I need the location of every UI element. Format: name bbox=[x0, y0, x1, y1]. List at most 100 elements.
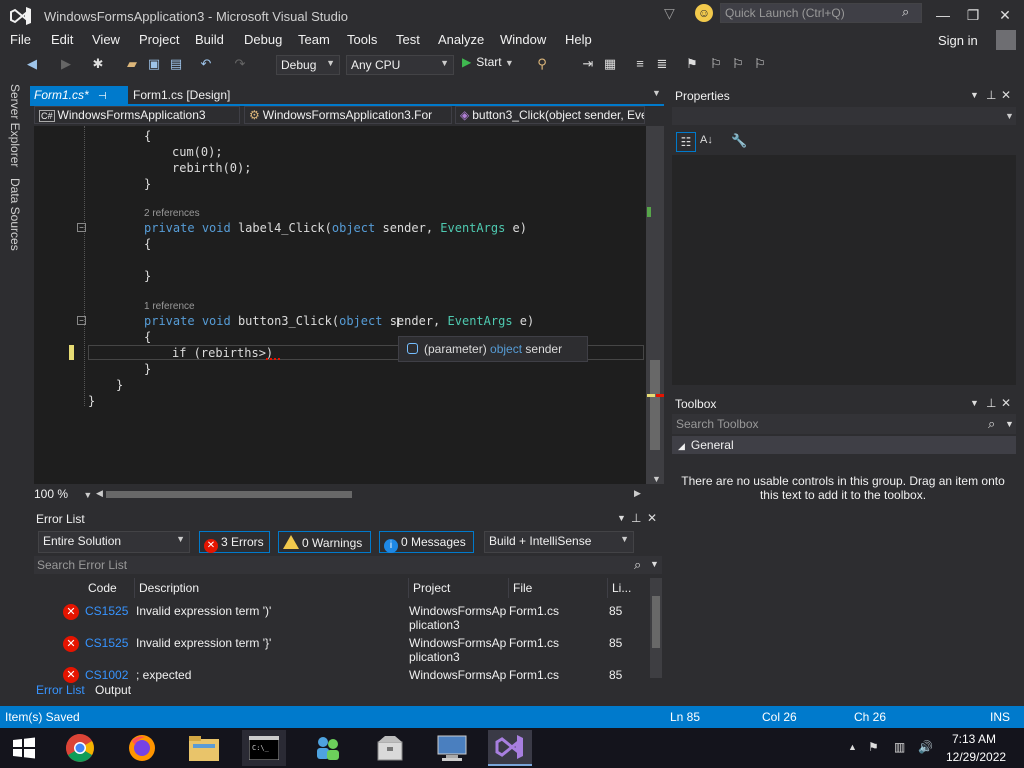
network-icon[interactable]: ▥ bbox=[894, 740, 905, 754]
tray-overflow-icon[interactable]: ▲ bbox=[848, 742, 857, 752]
tab-output[interactable]: Output bbox=[95, 683, 131, 697]
scroll-right-icon[interactable]: ▶ bbox=[634, 488, 641, 499]
close-icon[interactable]: ✕ bbox=[1001, 396, 1011, 410]
menu-team[interactable]: Team bbox=[298, 32, 330, 47]
error-list-scroll-thumb[interactable] bbox=[652, 596, 660, 648]
bookmark-next-icon[interactable]: ⚐ bbox=[730, 56, 746, 72]
clock-date[interactable]: 12/29/2022 bbox=[946, 750, 1006, 764]
navigate-back-icon[interactable]: ◀ bbox=[24, 56, 40, 72]
search-icon[interactable]: ⌕ bbox=[902, 4, 909, 20]
menu-file[interactable]: File bbox=[10, 32, 31, 47]
member-nav-select[interactable]: ◈ button3_Click(object sender, Eve bbox=[455, 106, 645, 124]
error-code-link[interactable]: CS1525 bbox=[85, 636, 128, 650]
pin-icon[interactable]: ⊥ bbox=[986, 88, 996, 102]
build-filter-select[interactable]: Build + IntelliSense ▼ bbox=[484, 531, 634, 553]
error-list-search-input[interactable]: Search Error List bbox=[34, 556, 662, 574]
visual-studio-taskbar-icon[interactable] bbox=[488, 730, 532, 766]
class-nav-select[interactable]: ⚙ WindowsFormsApplication3.For bbox=[244, 106, 452, 124]
open-file-icon[interactable]: ▰ bbox=[124, 56, 140, 72]
bookmark-icon[interactable]: ⚑ bbox=[684, 56, 700, 72]
column-separator[interactable] bbox=[607, 578, 608, 598]
server-explorer-tab[interactable]: Server Explorer bbox=[8, 84, 22, 167]
column-project[interactable]: Project bbox=[413, 581, 450, 595]
tab-form1-cs[interactable]: Form1.cs* ⊣ ✕ bbox=[30, 86, 128, 116]
collapse-icon[interactable]: − bbox=[77, 223, 86, 232]
warnings-filter-button[interactable]: 0 Warnings bbox=[278, 531, 371, 553]
file-explorer-icon[interactable] bbox=[182, 730, 226, 766]
new-project-icon[interactable]: ✱ bbox=[90, 56, 106, 72]
start-windows-icon[interactable] bbox=[2, 730, 46, 766]
redo-icon[interactable]: ↷ bbox=[232, 56, 248, 72]
bookmark-prev-icon[interactable]: ⚐ bbox=[708, 56, 724, 72]
notifications-filter-icon[interactable]: ▽ bbox=[664, 5, 675, 22]
sign-in-link[interactable]: Sign in bbox=[938, 33, 978, 48]
profile-icon[interactable] bbox=[996, 30, 1016, 50]
properties-grid[interactable] bbox=[672, 155, 1016, 385]
collapse-icon[interactable]: − bbox=[77, 316, 86, 325]
chevron-down-icon[interactable]: ▼ bbox=[1005, 111, 1014, 121]
project-nav-select[interactable]: C# WindowsFormsApplication3 bbox=[34, 106, 240, 124]
toolbox-group-general[interactable]: ◢ General bbox=[672, 436, 1016, 454]
pin-icon[interactable]: ⊥ bbox=[986, 396, 996, 410]
users-icon[interactable] bbox=[306, 730, 350, 766]
panel-menu-icon[interactable]: ▼ bbox=[970, 90, 979, 100]
menu-help[interactable]: Help bbox=[565, 32, 592, 47]
close-button[interactable]: ✕ bbox=[990, 4, 1020, 26]
search-icon[interactable]: ⌕ bbox=[988, 416, 995, 432]
column-separator[interactable] bbox=[134, 578, 135, 598]
search-options-icon[interactable]: ▼ bbox=[1005, 419, 1014, 429]
restore-button[interactable]: ❐ bbox=[958, 4, 988, 26]
pin-icon[interactable]: ⊣ bbox=[98, 91, 107, 102]
error-code-link[interactable]: CS1002 bbox=[85, 668, 128, 682]
minimize-button[interactable]: — bbox=[928, 4, 958, 26]
codelens-references[interactable]: 1 reference bbox=[144, 301, 195, 312]
categorized-icon[interactable]: ☷ bbox=[676, 132, 696, 152]
pin-icon[interactable]: ⊥ bbox=[631, 511, 641, 525]
quick-launch-input[interactable]: Quick Launch (Ctrl+Q) bbox=[720, 3, 922, 23]
tabs-dropdown-icon[interactable]: ▼ bbox=[652, 88, 661, 98]
chrome-icon[interactable] bbox=[58, 730, 102, 766]
navigate-forward-icon[interactable]: ▶ bbox=[58, 56, 74, 72]
volume-icon[interactable]: 🔊 bbox=[918, 740, 933, 754]
solution-platform-select[interactable]: Any CPU ▼ bbox=[346, 55, 454, 75]
undo-icon[interactable]: ↶ bbox=[198, 56, 214, 72]
feedback-smiley-icon[interactable]: ☺ bbox=[695, 4, 713, 22]
zoom-select[interactable]: 100 % ▼ bbox=[34, 487, 92, 501]
menu-test[interactable]: Test bbox=[396, 32, 420, 47]
flag-icon[interactable]: ⚑ bbox=[868, 740, 879, 754]
menu-debug[interactable]: Debug bbox=[244, 32, 282, 47]
find-in-files-icon[interactable]: ⚲ bbox=[534, 56, 550, 72]
save-icon[interactable]: ▣ bbox=[146, 56, 162, 72]
code-editor[interactable] bbox=[34, 126, 646, 484]
scroll-down-icon[interactable]: ▼ bbox=[652, 474, 661, 484]
step-icon[interactable]: ⇥ bbox=[580, 56, 596, 72]
error-scope-select[interactable]: Entire Solution ▼ bbox=[38, 531, 190, 553]
clear-bookmarks-icon[interactable]: ⚐ bbox=[752, 56, 768, 72]
editor-horizontal-scroll-thumb[interactable] bbox=[106, 491, 352, 498]
errors-filter-button[interactable]: ✕ 3 Errors bbox=[199, 531, 270, 553]
close-icon[interactable]: ✕ bbox=[1001, 88, 1011, 102]
firefox-icon[interactable] bbox=[120, 730, 164, 766]
package-icon[interactable] bbox=[368, 730, 412, 766]
tab-form1-design[interactable]: Form1.cs [Design] bbox=[130, 86, 233, 104]
menu-build[interactable]: Build bbox=[195, 32, 224, 47]
menu-analyze[interactable]: Analyze bbox=[438, 32, 484, 47]
panel-menu-icon[interactable]: ▼ bbox=[970, 398, 979, 408]
menu-window[interactable]: Window bbox=[500, 32, 546, 47]
save-all-icon[interactable]: ▤ bbox=[168, 56, 184, 72]
solution-configuration-select[interactable]: Debug ▼ bbox=[276, 55, 340, 75]
start-debugging-button[interactable]: ▶ Start ▼ bbox=[462, 55, 514, 69]
column-separator[interactable] bbox=[408, 578, 409, 598]
column-code[interactable]: Code bbox=[88, 581, 117, 595]
data-sources-tab[interactable]: Data Sources bbox=[8, 178, 22, 251]
tab-error-list[interactable]: Error List bbox=[36, 683, 85, 697]
comment-out-icon[interactable]: ≡ bbox=[632, 56, 648, 72]
uncomment-icon[interactable]: ≣ bbox=[654, 56, 670, 72]
error-code-link[interactable]: CS1525 bbox=[85, 604, 128, 618]
clock-time[interactable]: 7:13 AM bbox=[952, 732, 996, 746]
properties-object-select[interactable] bbox=[672, 107, 1016, 125]
layout-icon[interactable]: ▦ bbox=[602, 56, 618, 72]
close-icon[interactable]: ✕ bbox=[647, 511, 657, 525]
search-icon[interactable]: ⌕ bbox=[634, 557, 641, 573]
menu-tools[interactable]: Tools bbox=[347, 32, 377, 47]
